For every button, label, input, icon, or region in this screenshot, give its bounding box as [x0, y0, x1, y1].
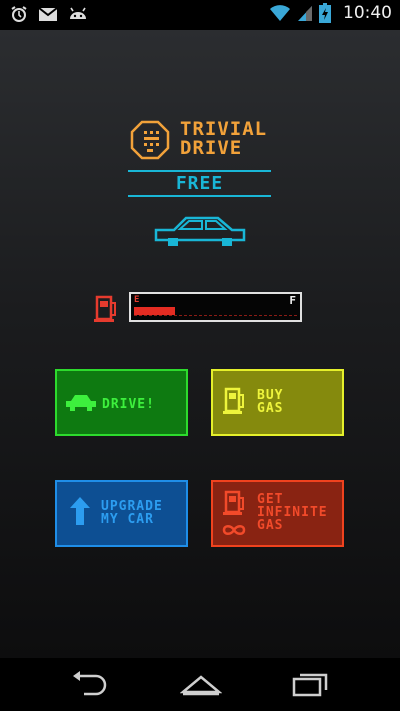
buy-gas-label: BUY GAS: [257, 389, 283, 415]
car-icon: [65, 393, 97, 415]
app-title: TRIVIAL DRIVE: [180, 120, 267, 158]
edition-label: FREE: [175, 173, 224, 194]
infinite-gas-label: GET INFINITE GAS: [257, 493, 328, 532]
gear-shift-icon: [130, 120, 170, 164]
infinite-gas-button[interactable]: GET INFINITE GAS: [211, 480, 344, 547]
cell-signal-icon: [297, 4, 313, 22]
system-icons: 10:40: [269, 3, 392, 23]
clock: 10:40: [343, 3, 392, 23]
upgrade-car-label-line2: MY CAR: [101, 512, 154, 527]
infinite-gas-label-line3: GAS: [257, 518, 284, 533]
car-icon: [152, 214, 248, 252]
drive-button-label: DRIVE!: [102, 397, 155, 412]
back-icon[interactable]: [70, 670, 108, 702]
upgrade-car-label: UPGRADE MY CAR: [101, 500, 163, 526]
edition-line-top: [128, 170, 271, 172]
home-icon[interactable]: [179, 670, 223, 702]
edition-line-bottom: [128, 195, 271, 197]
fuel-full-label: F: [289, 294, 297, 307]
app-title-line2: DRIVE: [180, 137, 243, 159]
app-logo: TRIVIAL DRIVE: [130, 120, 280, 160]
navigation-bar: [0, 658, 400, 711]
gas-pump-icon: [223, 387, 247, 421]
notification-icons: [10, 5, 88, 23]
recents-icon[interactable]: [292, 670, 330, 702]
gmail-icon: [38, 6, 58, 22]
infinity-icon: [221, 522, 247, 541]
android-debug-icon: [68, 6, 88, 22]
fuel-level-bar: [134, 307, 175, 315]
buy-gas-button[interactable]: BUY GAS: [211, 369, 344, 436]
edition-banner: FREE: [128, 170, 271, 197]
gas-pump-icon: [93, 294, 119, 328]
fuel-gauge: E F: [129, 292, 302, 322]
fuel-track: [134, 307, 297, 316]
status-bar: 10:40: [0, 0, 400, 30]
buy-gas-label-line2: GAS: [257, 401, 284, 416]
alarm-icon: [10, 5, 28, 23]
drive-button[interactable]: DRIVE!: [55, 369, 188, 436]
arrow-up-icon: [69, 496, 91, 530]
fuel-empty-label: E: [134, 295, 141, 305]
app-screen: TRIVIAL DRIVE FREE E F DRIVE! BUY GAS UP…: [0, 30, 400, 658]
upgrade-car-button[interactable]: UPGRADE MY CAR: [55, 480, 188, 547]
battery-charging-icon: [319, 3, 331, 23]
gas-pump-icon: [223, 490, 247, 522]
wifi-icon: [269, 4, 291, 22]
